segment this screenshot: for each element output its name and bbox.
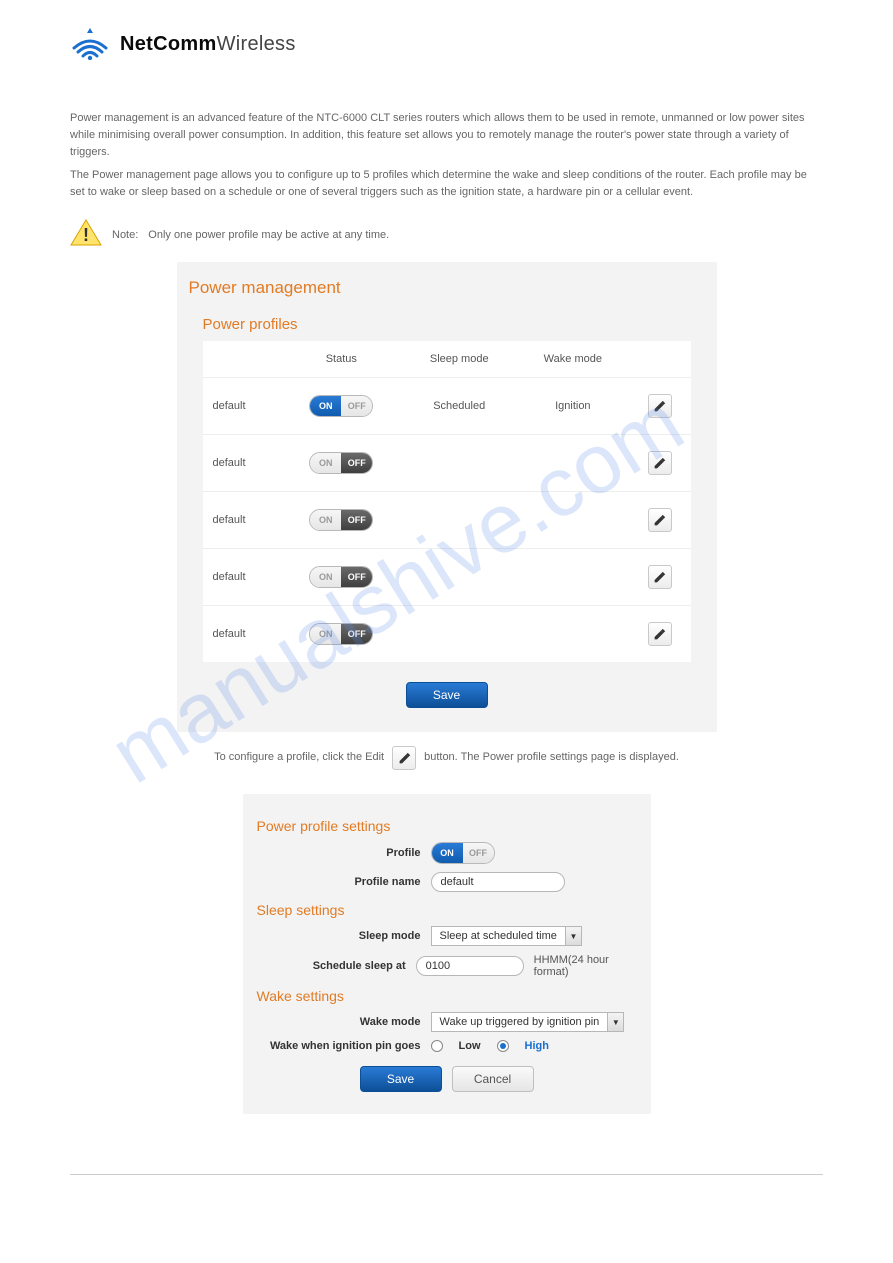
profile-name-input[interactable] [431, 872, 565, 892]
edit-button[interactable] [648, 451, 672, 475]
status-toggle[interactable]: ONOFF [309, 395, 373, 417]
cancel-button[interactable]: Cancel [452, 1066, 534, 1092]
sleep-mode-cell [402, 492, 516, 549]
edit-button[interactable] [648, 508, 672, 532]
sleep-mode-cell [402, 549, 516, 606]
panel-title: Power management [189, 278, 705, 298]
sleep-mode-cell [402, 435, 516, 492]
radio-high-label: High [525, 1040, 549, 1052]
ignition-label: Wake when ignition pin goes [257, 1040, 421, 1052]
edit-icon-example [392, 746, 416, 770]
table-row: default ONOFF [203, 549, 691, 606]
svg-text:!: ! [83, 225, 89, 245]
note-text: Only one power profile may be active at … [148, 229, 823, 241]
status-toggle[interactable]: ONOFF [309, 623, 373, 645]
chevron-down-icon: ▼ [607, 1013, 623, 1031]
radio-high[interactable] [497, 1040, 509, 1052]
sleep-settings-title: Sleep settings [257, 902, 637, 918]
sleep-mode-select[interactable]: Sleep at scheduled time ▼ [431, 926, 582, 946]
instruction-before: To configure a profile, click the Edit [214, 749, 384, 767]
brand-text: NetCommWireless [120, 33, 296, 56]
radio-low-label: Low [459, 1040, 481, 1052]
profile-toggle[interactable]: ON OFF [431, 842, 495, 864]
wifi-logo-icon [70, 28, 110, 60]
wake-mode-label: Wake mode [257, 1016, 421, 1028]
wake-settings-title: Wake settings [257, 988, 637, 1004]
status-toggle[interactable]: ONOFF [309, 566, 373, 588]
schedule-label: Schedule sleep at [257, 960, 406, 972]
col-wake: Wake mode [516, 341, 629, 378]
note-label: Note: [112, 229, 138, 241]
profile-name-cell: default [203, 492, 281, 549]
col-name [203, 341, 281, 378]
sleep-mode-cell [402, 606, 516, 663]
profile-name-cell: default [203, 435, 281, 492]
power-management-panel: Power management Power profiles Status S… [177, 262, 717, 732]
table-row: default ONOFF [203, 606, 691, 663]
table-row: default ONOFF ScheduledIgnition [203, 378, 691, 435]
profile-label: Profile [257, 847, 421, 859]
status-toggle[interactable]: ONOFF [309, 452, 373, 474]
schedule-hint: HHMM(24 hour format) [534, 954, 637, 978]
schedule-input[interactable] [416, 956, 524, 976]
profiles-table: Status Sleep mode Wake mode default ONOFF… [203, 341, 691, 662]
profile-name-cell: default [203, 606, 281, 663]
profiles-tbody: default ONOFF ScheduledIgnition default ONOF… [203, 378, 691, 663]
profile-name-cell: default [203, 549, 281, 606]
brand-logo: NetCommWireless [70, 28, 823, 60]
wake-mode-cell [516, 606, 629, 663]
intro-paragraph-2: The Power management page allows you to … [70, 167, 823, 201]
wake-mode-cell [516, 492, 629, 549]
intro-paragraph-1: Power management is an advanced feature … [70, 110, 823, 161]
col-edit [629, 341, 690, 378]
table-row: default ONOFF [203, 492, 691, 549]
warning-icon: ! [70, 219, 102, 252]
wake-mode-select[interactable]: Wake up triggered by ignition pin ▼ [431, 1012, 625, 1032]
power-profile-settings-panel: Power profile settings Profile ON OFF Pr… [243, 794, 651, 1114]
wake-mode-cell [516, 549, 629, 606]
wake-mode-cell: Ignition [516, 378, 629, 435]
col-status: Status [280, 341, 402, 378]
edit-button[interactable] [648, 394, 672, 418]
profile-settings-title: Power profile settings [257, 818, 637, 834]
table-row: default ONOFF [203, 435, 691, 492]
note: ! Note: Only one power profile may be ac… [70, 219, 823, 252]
save-button[interactable]: Save [360, 1066, 442, 1092]
edit-button[interactable] [648, 565, 672, 589]
footer [70, 1174, 823, 1183]
wake-mode-cell [516, 435, 629, 492]
status-toggle[interactable]: ONOFF [309, 509, 373, 531]
sleep-mode-label: Sleep mode [257, 930, 421, 942]
chevron-down-icon: ▼ [565, 927, 581, 945]
power-profiles-heading: Power profiles [203, 316, 705, 333]
edit-button[interactable] [648, 622, 672, 646]
sleep-mode-cell: Scheduled [402, 378, 516, 435]
save-button[interactable]: Save [406, 682, 488, 708]
instruction-after: button. The Power profile settings page … [424, 749, 679, 767]
profile-name-label: Profile name [257, 876, 421, 888]
col-sleep: Sleep mode [402, 341, 516, 378]
radio-low[interactable] [431, 1040, 443, 1052]
profile-name-cell: default [203, 378, 281, 435]
